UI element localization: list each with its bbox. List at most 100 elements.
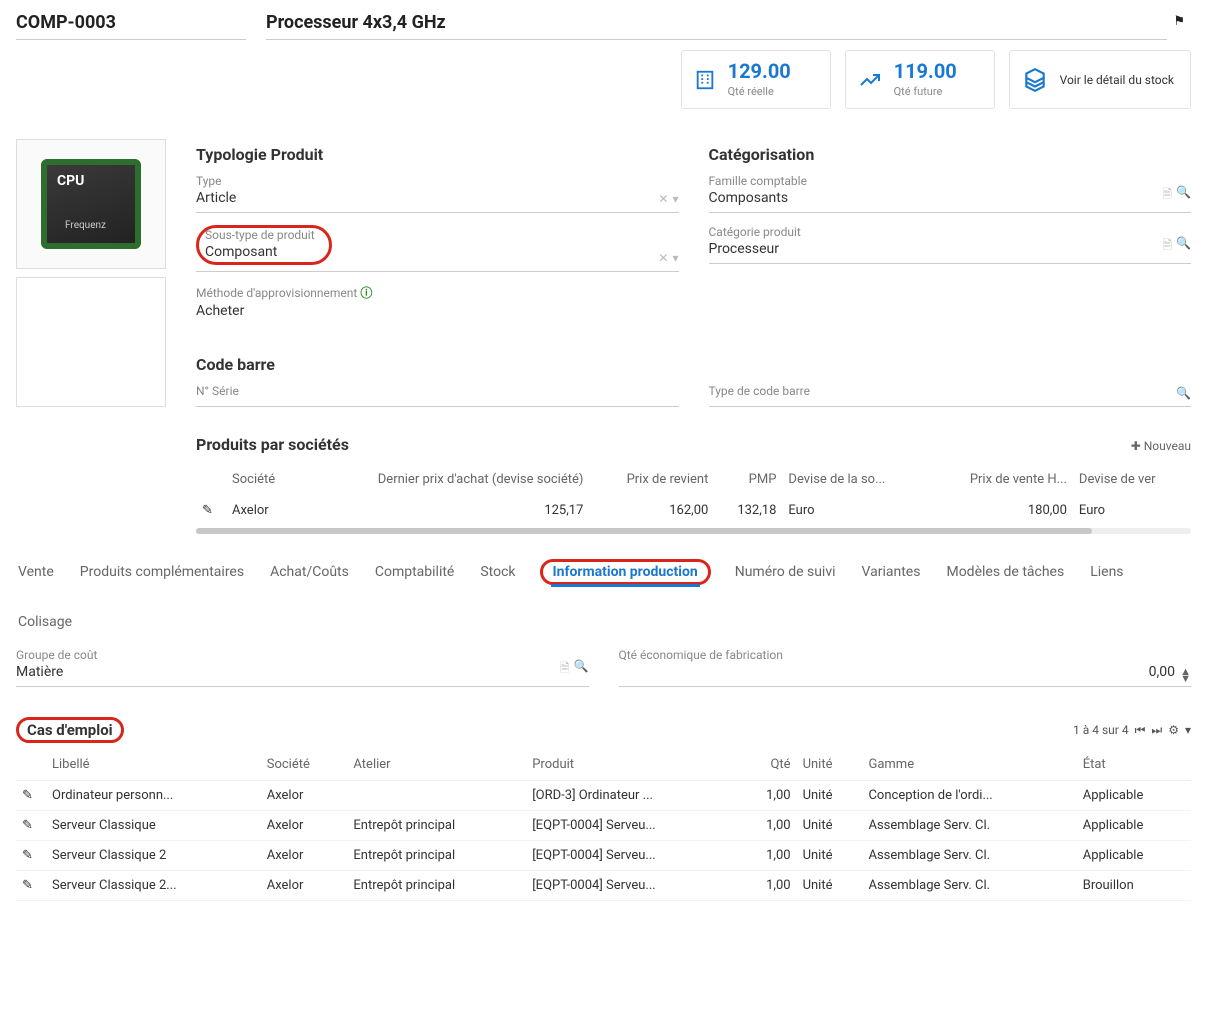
cell-state: Brouillon xyxy=(1077,871,1191,901)
type-value[interactable]: Article xyxy=(196,190,679,206)
serial-label: N° Série xyxy=(196,384,679,398)
barcode-title: Code barre xyxy=(196,349,1191,384)
use-case-title: Cas d'emploi xyxy=(16,717,124,743)
pager-first-icon[interactable]: ⏮ xyxy=(1135,723,1146,738)
cell-label: Serveur Classique 2 xyxy=(46,841,261,871)
tab-liens[interactable]: Liens xyxy=(1088,558,1125,586)
tab-stock[interactable]: Stock xyxy=(478,558,517,586)
tab-achat-co-ts[interactable]: Achat/Coûts xyxy=(268,558,351,586)
supply-value: Acheter xyxy=(196,303,679,319)
cell-workshop: Entrepôt principal xyxy=(347,811,526,841)
tab-comptabilit-[interactable]: Comptabilité xyxy=(373,558,457,586)
cell-sale-price: 180,00 xyxy=(928,495,1073,526)
family-value[interactable]: Composants xyxy=(709,190,1192,206)
tab-colisage[interactable]: Colisage xyxy=(16,608,74,636)
flag-icon[interactable]: ⚑ xyxy=(1167,8,1191,40)
use-case-row[interactable]: ✎Serveur Classique 2...AxelorEntrepôt pr… xyxy=(16,871,1191,901)
tab-information-production[interactable]: Information production xyxy=(540,559,711,585)
cost-group-value[interactable]: Matière xyxy=(16,664,589,680)
barcode-type-label: Type de code barre xyxy=(709,384,1192,398)
real-qty-label: Qté réelle xyxy=(728,85,791,98)
info-icon[interactable]: ⓘ xyxy=(360,286,372,300)
cell-unit: Unité xyxy=(797,841,863,871)
cell-unit: Unité xyxy=(797,811,863,841)
use-case-row[interactable]: ✎Ordinateur personn...Axelor[ORD-3] Ordi… xyxy=(16,781,1191,811)
tab-produits-compl-mentaires[interactable]: Produits complémentaires xyxy=(78,558,246,586)
family-label: Famille comptable xyxy=(709,174,1192,188)
cell-state: Applicable xyxy=(1077,811,1191,841)
typology-title: Typologie Produit xyxy=(196,139,679,174)
pencil-icon[interactable]: ✎ xyxy=(202,503,213,518)
real-qty-value: 129.00 xyxy=(728,61,791,81)
cell-workshop: Entrepôt principal xyxy=(347,871,526,901)
companies-title: Produits par sociétés xyxy=(196,429,349,464)
new-company-button[interactable]: ✚ Nouveau xyxy=(1131,439,1191,453)
chevron-down-icon[interactable]: ▾ xyxy=(672,251,678,265)
col-cost: Prix de revient xyxy=(589,464,714,495)
gear-icon[interactable]: ⚙ xyxy=(1168,723,1179,737)
categorization-title: Catégorisation xyxy=(709,139,1192,174)
file-icon[interactable]: 🗎 xyxy=(1162,185,1172,206)
cell-workshop xyxy=(347,781,526,811)
future-qty-label: Qté future xyxy=(894,85,957,98)
tab-label: Information production xyxy=(551,558,700,587)
cell-company: Axelor xyxy=(261,871,348,901)
chevron-down-icon[interactable]: ▾ xyxy=(1185,723,1191,737)
use-case-row[interactable]: ✎Serveur ClassiqueAxelorEntrepôt princip… xyxy=(16,811,1191,841)
eco-qty-input[interactable]: 0,00 xyxy=(619,664,1192,680)
file-icon[interactable]: 🗎 xyxy=(1162,236,1172,257)
future-qty-value: 119.00 xyxy=(894,61,957,81)
cell-qty: 1,00 xyxy=(739,811,796,841)
horizontal-scrollbar[interactable] xyxy=(196,528,1191,534)
uc-col-state: État xyxy=(1077,749,1191,781)
stock-detail-label: Voir le détail du stock xyxy=(1060,73,1174,87)
future-qty-card[interactable]: 119.00 Qté future xyxy=(845,50,995,109)
subtype-value[interactable]: Composant xyxy=(205,244,315,260)
pencil-icon[interactable]: ✎ xyxy=(22,878,33,893)
trend-up-icon xyxy=(858,68,882,92)
product-code[interactable]: COMP-0003 xyxy=(16,8,246,40)
search-icon[interactable]: 🔍 xyxy=(1176,386,1191,400)
pencil-icon[interactable]: ✎ xyxy=(22,788,33,803)
uc-col-company: Société xyxy=(261,749,348,781)
cell-qty: 1,00 xyxy=(739,841,796,871)
eco-qty-label: Qté économique de fabrication xyxy=(619,648,1192,662)
search-icon[interactable]: 🔍 xyxy=(1176,185,1191,206)
tab-num-ro-de-suivi[interactable]: Numéro de suivi xyxy=(733,558,838,586)
companies-row[interactable]: ✎Axelor125,17162,00132,18Euro180,00Euro xyxy=(196,495,1191,526)
chevron-down-icon[interactable]: ▾ xyxy=(672,192,678,206)
search-icon[interactable]: 🔍 xyxy=(1176,236,1191,257)
pencil-icon[interactable]: ✎ xyxy=(22,818,33,833)
supply-label: Méthode d'approvisionnement ⓘ xyxy=(196,284,679,301)
cell-product: [ORD-3] Ordinateur ... xyxy=(526,781,739,811)
uc-col-workshop: Atelier xyxy=(347,749,526,781)
number-spinner[interactable]: ▲▼ xyxy=(1180,668,1191,682)
cell-unit: Unité xyxy=(797,871,863,901)
tab-vente[interactable]: Vente xyxy=(16,558,56,586)
tab-variantes[interactable]: Variantes xyxy=(860,558,923,586)
pager-last-icon[interactable]: ⏭ xyxy=(1151,723,1162,738)
product-title[interactable]: Processeur 4x3,4 GHz xyxy=(266,8,1167,40)
search-icon[interactable]: 🔍 xyxy=(574,659,589,680)
pencil-icon[interactable]: ✎ xyxy=(22,848,33,863)
product-image[interactable] xyxy=(16,139,166,269)
cell-label: Serveur Classique xyxy=(46,811,261,841)
col-sale-price: Prix de vente H... xyxy=(928,464,1073,495)
real-qty-card[interactable]: 129.00 Qté réelle xyxy=(681,50,831,109)
subtype-label: Sous-type de produit xyxy=(205,228,315,242)
stock-detail-card[interactable]: Voir le détail du stock xyxy=(1009,50,1191,109)
cell-state: Applicable xyxy=(1077,781,1191,811)
tab-mod-les-de-t-ches[interactable]: Modèles de tâches xyxy=(944,558,1066,586)
file-icon[interactable]: 🗎 xyxy=(560,659,570,680)
category-label: Catégorie produit xyxy=(709,225,1192,239)
category-value[interactable]: Processeur xyxy=(709,241,1192,257)
use-case-row[interactable]: ✎Serveur Classique 2AxelorEntrepôt princ… xyxy=(16,841,1191,871)
cell-unit: Unité xyxy=(797,781,863,811)
uc-col-label: Libellé xyxy=(46,749,261,781)
clear-icon[interactable]: ✕ xyxy=(658,251,668,265)
clear-icon[interactable]: ✕ xyxy=(658,192,668,206)
cell-routing: Assemblage Serv. Cl. xyxy=(862,811,1076,841)
cell-pmp: 132,18 xyxy=(714,495,782,526)
empty-image-slot[interactable] xyxy=(16,277,166,407)
cell-routing: Conception de l'ordi... xyxy=(862,781,1076,811)
